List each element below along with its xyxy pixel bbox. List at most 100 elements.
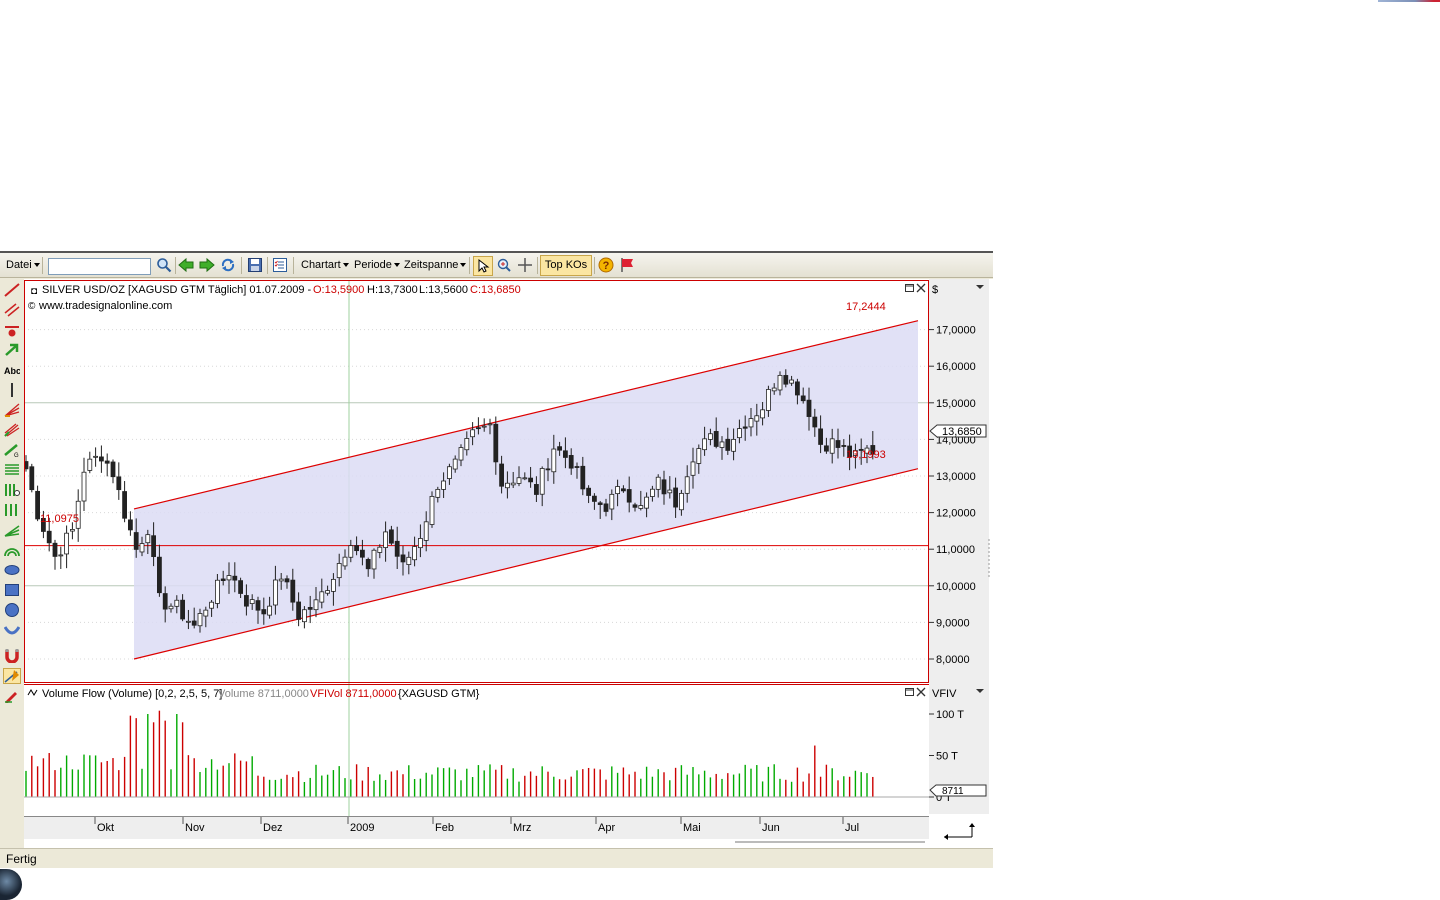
toolbar-separator	[293, 257, 294, 274]
arc-tool-icon[interactable]	[4, 543, 20, 557]
magnet-icon[interactable]	[4, 649, 20, 663]
candle-down	[783, 375, 789, 385]
volume-last-value: 8711	[942, 786, 964, 797]
candle-up	[516, 477, 522, 484]
refresh-icon[interactable]	[220, 257, 236, 273]
file-menu[interactable]: Datei	[6, 257, 40, 273]
candle-down	[388, 529, 394, 544]
start-orb-icon[interactable]	[0, 869, 22, 900]
circle-tool-icon[interactable]	[4, 603, 20, 617]
candle-up	[441, 480, 447, 490]
candle-up	[81, 471, 87, 502]
website-label: www.tradesignalonline.com	[38, 300, 172, 312]
channel-tool-icon[interactable]	[4, 303, 20, 317]
properties-list-icon[interactable]	[272, 257, 288, 273]
candle-down	[46, 530, 52, 544]
candle-up	[522, 477, 528, 480]
fibonacci-retracement-tool-icon[interactable]	[4, 463, 20, 477]
top-kos-button[interactable]: Top KOs	[540, 255, 592, 276]
ohlc-close: C:13,6850	[470, 284, 521, 296]
candle-down	[499, 463, 505, 487]
arrow-tool-icon[interactable]	[4, 343, 20, 357]
pen-tool-icon[interactable]	[4, 689, 20, 703]
candle-down	[35, 490, 40, 520]
candle-down	[110, 461, 116, 478]
price-tick-label: 11,0000	[936, 544, 975, 556]
search-icon[interactable]	[156, 257, 172, 273]
candle-up	[708, 433, 713, 440]
candle-up	[464, 438, 470, 451]
time-tick-label: Nov	[185, 822, 205, 834]
candle-up	[650, 488, 655, 497]
draw-mode-icon[interactable]	[3, 668, 21, 684]
candle-down	[359, 549, 365, 558]
time-tick-label: Apr	[598, 822, 615, 834]
volume-title-symbol: {XAGUSD GTM}	[398, 688, 480, 700]
candle-down	[104, 460, 110, 464]
horizontal-line-label: 11,0975	[40, 513, 79, 525]
svg-text:?: ?	[603, 260, 610, 272]
chart-area[interactable]: 8,0000 9,0000 10,0000 11,0000 12,0000 13,0000…	[0, 279, 993, 849]
curve-tool-icon[interactable]	[4, 623, 20, 637]
ellipse-tool-icon[interactable]	[4, 563, 20, 577]
rectangle-tool-icon[interactable]	[4, 583, 20, 597]
candle-down	[818, 428, 823, 445]
candle-down	[151, 535, 157, 558]
vertical-line-tool-icon[interactable]	[4, 383, 20, 397]
help-icon[interactable]: ?	[598, 257, 614, 273]
gann-fan-tool-icon[interactable]	[4, 423, 20, 437]
candle-down	[220, 578, 226, 581]
price-tick-label: 13,0000	[936, 471, 976, 483]
back-arrow-icon[interactable]	[178, 257, 194, 273]
period-menu[interactable]: Periode	[354, 257, 400, 273]
candle-down	[116, 476, 122, 491]
time-tick-label: Feb	[435, 822, 454, 834]
magnet-line-tool-icon[interactable]	[4, 323, 20, 337]
svg-text:G: G	[14, 453, 19, 457]
candle-up	[719, 441, 725, 448]
axis-corner	[929, 814, 989, 839]
regression-tool-icon[interactable]: G	[4, 443, 20, 457]
volume-panel-maximize-button[interactable]	[905, 688, 914, 696]
candle-down	[725, 438, 731, 451]
time-tick-label: Dez	[263, 822, 283, 834]
panel-maximize-button[interactable]	[905, 284, 914, 292]
collapse-icon[interactable]: ◘	[31, 286, 37, 297]
candle-down	[632, 504, 638, 508]
cycle-lines-tool-icon[interactable]	[4, 503, 20, 517]
candle-down	[493, 423, 499, 463]
candle-down	[243, 595, 249, 607]
tradesignal-window: Datei Chartart Periode Zeitspanne Top KO…	[0, 251, 993, 868]
candle-up	[185, 620, 191, 623]
candle-up	[510, 482, 516, 486]
symbol-search-input[interactable]	[48, 258, 151, 275]
price-tick-label: 16,0000	[936, 361, 976, 373]
time-zones-tool-icon[interactable]	[4, 483, 20, 497]
forward-arrow-icon[interactable]	[199, 257, 215, 273]
trendline-tool-icon[interactable]	[4, 283, 20, 297]
volume-title-vfivol: VFIVol 8711,0000	[310, 688, 397, 700]
save-icon[interactable]	[247, 257, 263, 273]
crosshair-icon[interactable]	[517, 257, 533, 273]
price-title: SILVER USD/OZ [XAGUSD GTM Täglich] 01.07…	[42, 284, 312, 296]
status-text: Fertig	[6, 852, 37, 866]
price-tick-label: 12,0000	[936, 508, 976, 520]
candle-up	[209, 601, 215, 609]
candle-down	[742, 426, 748, 429]
flag-icon[interactable]	[619, 257, 635, 273]
candle-up	[70, 529, 75, 532]
pointer-tool-button[interactable]	[473, 256, 493, 276]
zoom-icon[interactable]	[496, 257, 512, 273]
ohlc-open: O:13,5900	[313, 284, 364, 296]
candle-up	[696, 448, 702, 464]
fibonacci-fan-tool-icon[interactable]	[4, 403, 20, 417]
ohlc-low: L:13,5600	[419, 284, 468, 296]
candle-up	[377, 546, 383, 553]
timespan-menu[interactable]: Zeitspanne	[404, 257, 466, 273]
candle-down	[568, 455, 574, 469]
candle-up	[197, 613, 203, 627]
text-tool-icon[interactable]: Abc	[4, 363, 20, 377]
candle-up	[301, 609, 307, 623]
chart-type-menu[interactable]: Chartart	[301, 257, 349, 273]
speed-lines-tool-icon[interactable]	[4, 523, 20, 537]
